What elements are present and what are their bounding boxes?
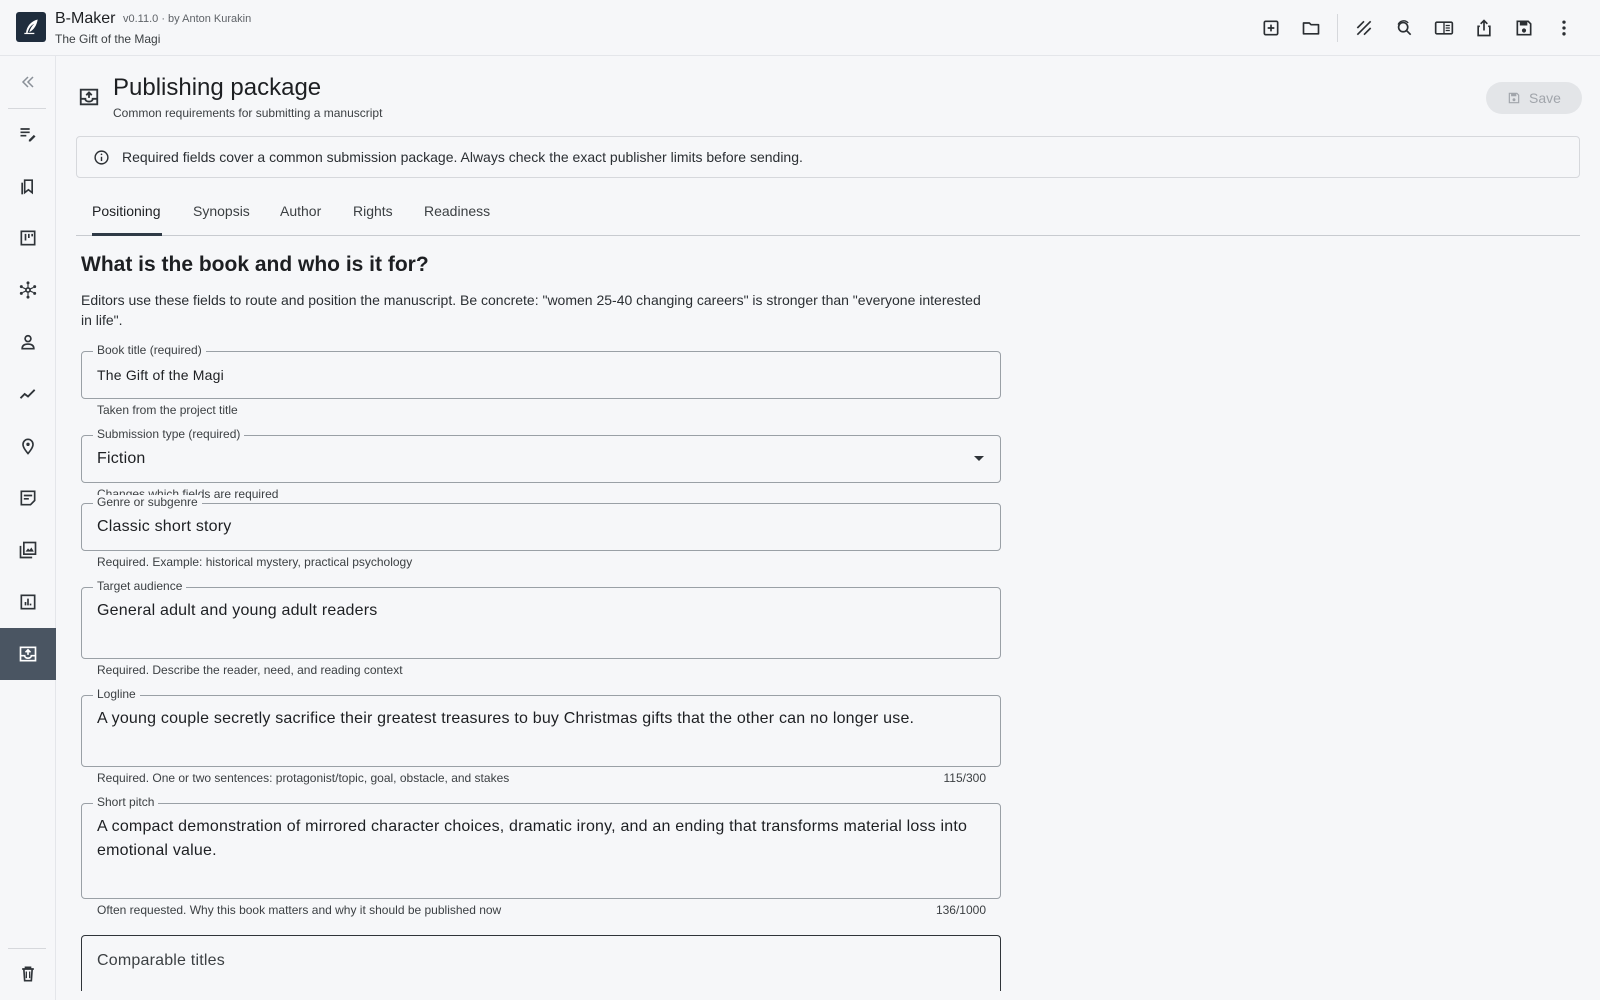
new-project-button[interactable]: [1251, 14, 1291, 42]
project-title: The Gift of the Magi: [55, 32, 161, 46]
sidebar: [0, 56, 56, 1000]
target-audience-helper: Required. Describe the reader, need, and…: [97, 663, 403, 677]
delete-icon: [22, 966, 34, 982]
sidebar-item-images[interactable]: [0, 524, 56, 576]
edit-note-icon: [20, 128, 36, 142]
tab-rights[interactable]: Rights: [353, 186, 393, 236]
toolbar-divider: [1337, 14, 1338, 42]
section-title: What is the book and who is it for?: [81, 253, 429, 276]
sidebar-item-bookmarks[interactable]: [0, 160, 56, 212]
folder-icon: [1302, 22, 1320, 35]
texture-icon: [1356, 20, 1372, 36]
tab-readiness[interactable]: Readiness: [424, 186, 490, 236]
hub-icon: [19, 281, 37, 299]
timeline-icon: [19, 389, 36, 399]
photo-library-icon: [19, 541, 37, 559]
book-title-field[interactable]: Book title (required) The Gift of the Ma…: [81, 343, 1001, 399]
submission-type-value: Fiction: [97, 450, 146, 467]
save-project-button[interactable]: [1504, 14, 1544, 42]
publish-icon: [78, 86, 100, 108]
find-replace-button[interactable]: [1384, 14, 1424, 42]
person-icon: [21, 334, 35, 350]
open-project-button[interactable]: [1291, 14, 1331, 42]
submission-type-label: Submission type (required): [93, 427, 245, 441]
logline-label: Logline: [93, 687, 140, 701]
tab-positioning[interactable]: Positioning: [92, 186, 161, 236]
sidebar-item-notes[interactable]: [0, 472, 56, 524]
sidebar-item-characters[interactable]: [0, 316, 56, 368]
main-content: Publishing package Common requirements f…: [76, 56, 1582, 1000]
add-box-icon: [1263, 20, 1279, 36]
dropdown-arrow-icon: [974, 456, 984, 461]
comparable-titles-field[interactable]: Comparable titles: [81, 935, 1001, 991]
tab-bar: Positioning Synopsis Author Rights Readi…: [76, 186, 1580, 236]
save-icon: [1508, 92, 1520, 104]
sidebar-item-trash[interactable]: [0, 948, 56, 1000]
logline-field[interactable]: Logline A young couple secretly sacrific…: [81, 687, 1001, 767]
app-version-author: v0.11.0 · by Anton Kurakin: [123, 13, 252, 25]
book-title-label: Book title (required): [93, 343, 206, 357]
header-toolbar: [1251, 14, 1584, 42]
reader-mode-button[interactable]: [1424, 14, 1464, 42]
info-icon: [94, 149, 109, 165]
active-tab-indicator: [92, 233, 162, 236]
find-replace-icon: [1397, 20, 1412, 36]
logline-value: A young couple secretly sacrifice their …: [97, 710, 915, 727]
sidebar-item-timeline[interactable]: [0, 368, 56, 420]
genre-helper: Required. Example: historical mystery, p…: [97, 555, 413, 569]
short-pitch-field[interactable]: Short pitch A compact demonstration of m…: [81, 795, 1001, 899]
genre-value: Classic short story: [97, 518, 232, 535]
sidebar-item-editor[interactable]: [0, 108, 56, 160]
more-vert-icon: [1562, 20, 1566, 36]
logline-helper: Required. One or two sentences: protagon…: [97, 771, 510, 785]
info-banner-text: Required fields cover a common submissio…: [122, 149, 803, 165]
target-audience-value: General adult and young adult readers: [97, 602, 378, 619]
texture-button[interactable]: [1344, 14, 1384, 42]
analytics-icon: [20, 594, 36, 610]
quill-logo-icon: [24, 19, 38, 35]
save-button-label: Save: [1529, 90, 1561, 106]
target-audience-label: Target audience: [93, 579, 187, 593]
logline-char-count: 115/300: [943, 771, 987, 785]
sticky-note-icon: [20, 490, 36, 506]
submission-type-select[interactable]: Submission type (required) Fiction: [81, 427, 1001, 483]
comparable-titles-placeholder: Comparable titles: [97, 952, 225, 969]
target-audience-field[interactable]: Target audience General adult and young …: [81, 579, 1001, 659]
export-button[interactable]: [1464, 14, 1504, 42]
sidebar-item-relations[interactable]: [0, 264, 56, 316]
book-title-helper: Taken from the project title: [97, 403, 238, 417]
app-root: B-Maker v0.11.0 · by Anton Kurakin The G…: [0, 0, 1600, 1000]
genre-field[interactable]: Genre or subgenre Classic short story: [81, 495, 1001, 551]
publish-icon: [19, 646, 37, 662]
more-menu-button[interactable]: [1544, 14, 1584, 42]
book-title-value: The Gift of the Magi: [97, 367, 224, 383]
save-button[interactable]: Save: [1486, 82, 1582, 114]
tab-author[interactable]: Author: [280, 186, 321, 236]
short-pitch-helper: Often requested. Why this book matters a…: [97, 903, 502, 917]
info-banner: Required fields cover a common submissio…: [76, 136, 1580, 178]
tab-synopsis[interactable]: Synopsis: [193, 186, 250, 236]
page-title: Publishing package: [113, 74, 322, 101]
save-icon: [1516, 20, 1532, 36]
page-subtitle: Common requirements for submitting a man…: [113, 106, 383, 120]
short-pitch-char-count: 136/1000: [935, 903, 986, 917]
sidebar-item-board[interactable]: [0, 212, 56, 264]
app-name: B-Maker: [55, 10, 116, 27]
kanban-board-icon: [20, 230, 36, 246]
sidebar-item-statistics[interactable]: [0, 576, 56, 628]
ios-share-icon: [1477, 19, 1491, 37]
sidebar-item-locations[interactable]: [0, 420, 56, 472]
place-icon: [22, 438, 34, 455]
section-description: Editors use these fields to route and po…: [81, 292, 981, 328]
double-chevron-left-icon: [21, 76, 34, 88]
bookmarks-icon: [21, 179, 33, 195]
app-logo: [16, 12, 46, 42]
collapse-sidebar-button[interactable]: [0, 56, 56, 108]
sidebar-item-publishing[interactable]: [0, 628, 56, 680]
genre-label: Genre or subgenre: [93, 495, 202, 509]
chrome-reader-mode-icon: [1434, 21, 1454, 35]
app-header: B-Maker v0.11.0 · by Anton Kurakin The G…: [0, 0, 1600, 56]
short-pitch-value: A compact demonstration of mirrored char…: [97, 818, 968, 859]
short-pitch-label: Short pitch: [93, 795, 159, 809]
